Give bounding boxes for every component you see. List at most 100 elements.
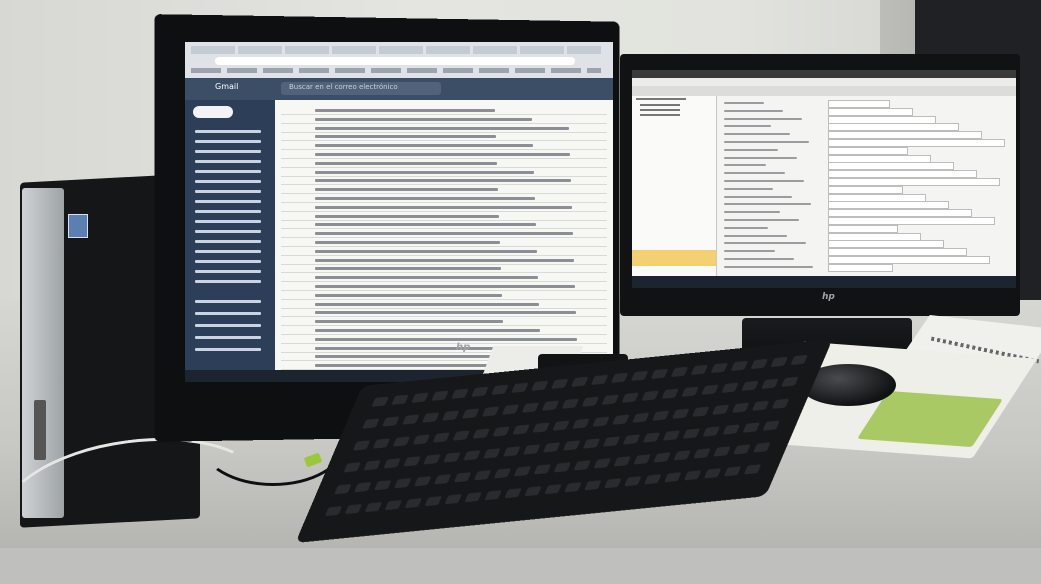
keyboard-key[interactable] xyxy=(702,426,721,437)
keyboard-key[interactable] xyxy=(413,476,432,487)
keyboard-key[interactable] xyxy=(362,418,380,429)
keyboard-key[interactable] xyxy=(533,464,552,475)
keyboard-key[interactable] xyxy=(464,492,482,503)
tree-item[interactable] xyxy=(636,98,686,100)
sidebar-item[interactable] xyxy=(195,250,261,253)
message-row[interactable] xyxy=(315,153,570,156)
keyboard-key[interactable] xyxy=(411,392,429,403)
keyboard-key[interactable] xyxy=(504,488,522,499)
keyboard-key[interactable] xyxy=(562,440,581,451)
keyboard-key[interactable] xyxy=(642,432,661,443)
keyboard-key[interactable] xyxy=(542,442,561,453)
address-bar[interactable] xyxy=(215,57,575,65)
keyboard-key[interactable] xyxy=(481,406,500,417)
form-field[interactable] xyxy=(828,224,898,233)
sidebar-item[interactable] xyxy=(195,300,261,303)
keyboard-key[interactable] xyxy=(753,442,771,453)
message-row[interactable] xyxy=(315,311,576,315)
keyboard-key[interactable] xyxy=(493,468,512,479)
keyboard-key[interactable] xyxy=(733,444,751,455)
keyboard-key[interactable] xyxy=(551,378,569,389)
keyboard-key[interactable] xyxy=(354,482,372,493)
form-field[interactable] xyxy=(828,100,890,108)
form-field[interactable] xyxy=(828,209,972,218)
keyboard-key[interactable] xyxy=(564,482,582,493)
tree-item[interactable] xyxy=(640,114,680,116)
sidebar-item[interactable] xyxy=(195,210,261,213)
keyboard-key[interactable] xyxy=(701,384,719,395)
keyboard-key[interactable] xyxy=(670,366,689,378)
keyboard-key[interactable] xyxy=(553,462,572,473)
message-row[interactable] xyxy=(315,320,503,324)
keyboard-key[interactable] xyxy=(324,505,343,517)
keyboard-key[interactable] xyxy=(663,472,682,483)
message-row[interactable] xyxy=(315,232,573,236)
keyboard-key[interactable] xyxy=(544,484,562,495)
message-row[interactable] xyxy=(315,241,500,244)
sidebar-item[interactable] xyxy=(195,130,261,133)
keyboard-key[interactable] xyxy=(703,468,722,479)
form-field[interactable] xyxy=(828,178,1000,186)
keyboard-key[interactable] xyxy=(624,476,642,487)
keyboard-key[interactable] xyxy=(433,474,452,485)
keyboard-key[interactable] xyxy=(581,396,600,407)
message-row[interactable] xyxy=(315,285,575,288)
keyboard-key[interactable] xyxy=(403,456,421,467)
form-field[interactable] xyxy=(828,123,959,132)
keyboard-key[interactable] xyxy=(531,380,549,391)
keyboard-key[interactable] xyxy=(452,430,470,441)
sidebar-item[interactable] xyxy=(195,180,261,183)
tree-item[interactable] xyxy=(640,104,680,106)
keyboard-key[interactable] xyxy=(432,432,451,443)
form-field[interactable] xyxy=(828,146,908,155)
message-row[interactable] xyxy=(315,188,498,192)
keyboard-key[interactable] xyxy=(681,386,699,397)
keyboard-key[interactable] xyxy=(593,458,611,469)
message-row[interactable] xyxy=(315,346,504,350)
keyboard-key[interactable] xyxy=(573,460,591,471)
keyboard-key[interactable] xyxy=(431,390,449,401)
message-row[interactable] xyxy=(315,205,572,209)
keyboard-key[interactable] xyxy=(513,466,532,477)
form-field[interactable] xyxy=(828,240,944,249)
keyboard-key[interactable] xyxy=(751,400,770,411)
sidebar-item[interactable] xyxy=(195,140,261,143)
message-row[interactable] xyxy=(315,179,571,183)
keyboard-key[interactable] xyxy=(451,388,469,399)
keyboard-key[interactable] xyxy=(541,400,560,411)
keyboard-key[interactable] xyxy=(363,460,381,471)
keyboard-key[interactable] xyxy=(673,450,691,461)
message-row[interactable] xyxy=(315,161,497,165)
keyboard-key[interactable] xyxy=(592,416,610,427)
keyboard-key[interactable] xyxy=(632,412,650,423)
message-row[interactable] xyxy=(315,302,539,306)
keyboard-key[interactable] xyxy=(761,378,779,389)
keyboard-key[interactable] xyxy=(461,408,480,419)
sidebar-item[interactable] xyxy=(195,280,261,283)
sidebar-item[interactable] xyxy=(195,200,261,203)
keyboard-key[interactable] xyxy=(762,420,780,431)
keyboard-key[interactable] xyxy=(661,388,679,399)
keyboard-key[interactable] xyxy=(601,394,619,405)
keyboard-key[interactable] xyxy=(402,414,420,425)
keyboard-key[interactable] xyxy=(391,394,409,405)
sidebar-item[interactable] xyxy=(195,220,261,223)
keyboard-key[interactable] xyxy=(630,370,649,382)
message-row[interactable] xyxy=(315,249,537,253)
keyboard-key[interactable] xyxy=(521,402,540,413)
keyboard-key[interactable] xyxy=(484,490,502,501)
keyboard-key[interactable] xyxy=(503,446,521,457)
keyboard-key[interactable] xyxy=(384,499,403,511)
keyboard-key[interactable] xyxy=(590,374,609,385)
keyboard-key[interactable] xyxy=(372,438,391,449)
form-field[interactable] xyxy=(828,131,982,140)
message-row[interactable] xyxy=(315,109,495,112)
keyboard-key[interactable] xyxy=(691,406,710,417)
keyboard-key[interactable] xyxy=(633,454,651,465)
sidebar-item[interactable] xyxy=(195,336,261,339)
keyboard-key[interactable] xyxy=(524,486,542,497)
form-field[interactable] xyxy=(828,115,936,124)
keyboard-key[interactable] xyxy=(781,376,799,388)
keyboard-key[interactable] xyxy=(352,440,371,451)
keyboard-key[interactable] xyxy=(344,503,363,515)
